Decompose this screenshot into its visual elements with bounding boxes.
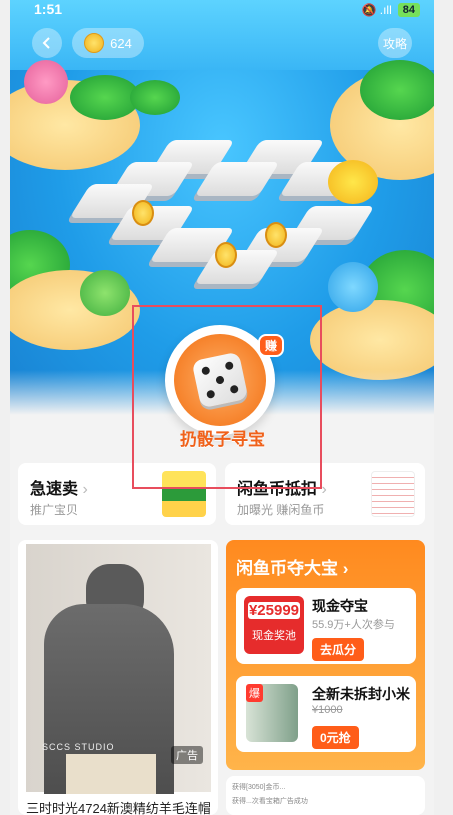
coin-balance[interactable]: 624 — [72, 28, 144, 58]
log-line: 获得...次看宝箱广告成功 — [232, 798, 308, 805]
grab-button[interactable]: 0元抢 — [312, 726, 359, 749]
coin-count: 624 — [110, 35, 132, 51]
promo-subtitle: 加曝光 赚闲鱼币 — [237, 503, 325, 517]
promo-thumbnail — [371, 471, 415, 517]
card-title: 闲鱼币夺大宝 — [236, 554, 348, 579]
highlight-box — [132, 305, 322, 489]
guide-button[interactable]: 攻略 — [378, 28, 412, 58]
split-button[interactable]: 去瓜分 — [312, 638, 365, 661]
feed-card-product[interactable]: SCCS STUDIO 广告 三时时光4724新澳精纺羊毛连帽 — [18, 540, 218, 815]
coin-icon — [132, 200, 154, 226]
prize-phone[interactable]: 爆 全新未拆封小米 ¥1000 0元抢 — [236, 676, 416, 752]
coin-treasure-card[interactable]: 闲鱼币夺大宝 ¥25999 现金奖池 现金夺宝 55.9万+人次参与 去瓜分 爆… — [226, 540, 425, 770]
cash-pool-tag: ¥25999 现金奖池 — [244, 596, 304, 654]
back-button[interactable] — [32, 28, 62, 58]
phone-image: 爆 — [246, 684, 298, 742]
coin-icon — [215, 242, 237, 268]
prize-name: 现金夺宝 — [312, 598, 368, 614]
status-bar: 1:51 🔕 .ıll 84 — [10, 0, 434, 22]
prize-name: 全新未拆封小米 — [312, 686, 410, 702]
octopus-icon — [24, 60, 68, 104]
blue-fish-icon — [328, 262, 378, 312]
palm-tree — [360, 60, 434, 120]
prize-old-price: ¥1000 — [312, 704, 343, 716]
signal-icon: 🔕 .ıll — [361, 3, 392, 17]
feed-card-log[interactable]: 获得[3050]金币... 获得...次看宝箱广告成功 — [226, 776, 425, 815]
status-time: 1:51 — [34, 1, 63, 17]
prize-participants: 55.9万+人次参与 — [312, 619, 395, 631]
coin-icon — [265, 222, 287, 248]
product-title: 三时时光4724新澳精纺羊毛连帽 — [26, 801, 211, 815]
cash-amount: ¥25999 — [248, 602, 300, 619]
promo-title: 急速卖 — [30, 475, 88, 499]
log-line: 获得[3050]金币... — [232, 784, 286, 791]
ad-badge: 广告 — [171, 746, 203, 764]
coin-icon — [84, 33, 105, 53]
cash-pool-label: 现金奖池 — [252, 630, 296, 642]
prize-cash[interactable]: ¥25999 现金奖池 现金夺宝 55.9万+人次参与 去瓜分 — [236, 588, 416, 664]
battery-icon: 84 — [397, 3, 420, 17]
hot-badge: 爆 — [246, 684, 263, 702]
status-icons: 🔕 .ıll 84 — [361, 3, 420, 17]
brand-watermark: SCCS STUDIO — [42, 742, 115, 752]
chevron-left-icon — [42, 37, 50, 49]
app-frame: 624 攻略 1:51 🔕 .ıll 84 赚 扔骰子寻宝 急速卖 推广宝贝 — [10, 0, 434, 815]
green-monster-icon — [80, 270, 130, 316]
island-bottom-right — [310, 300, 434, 380]
promo-subtitle: 推广宝贝 — [30, 503, 79, 517]
yellow-fish-icon — [328, 160, 378, 204]
product-image: SCCS STUDIO 广告 — [26, 544, 211, 794]
palm-tree — [130, 80, 180, 115]
